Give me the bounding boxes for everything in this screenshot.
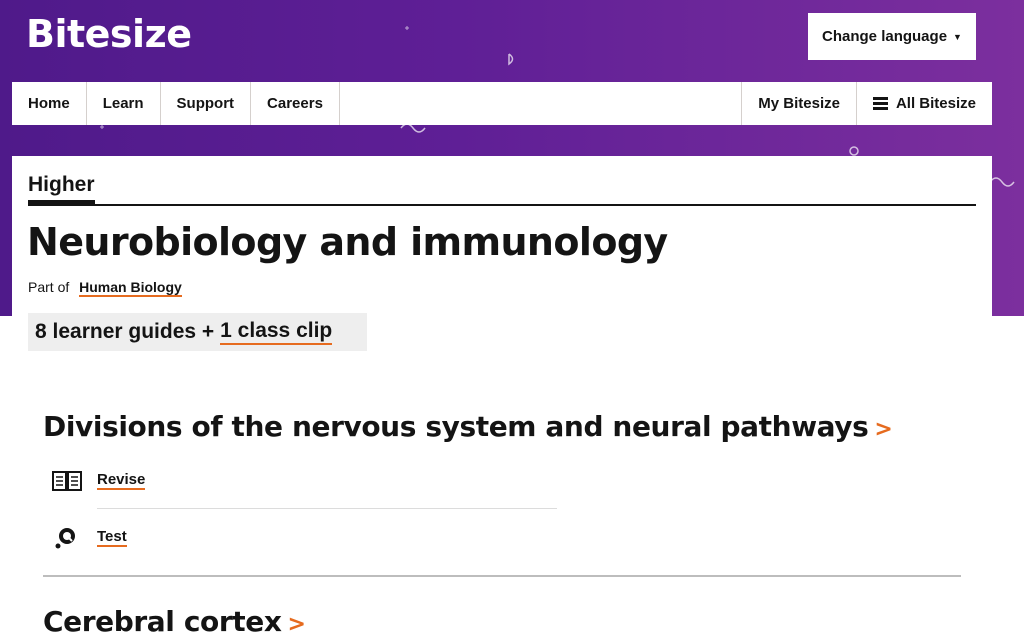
page-title: Neurobiology and immunology <box>27 220 668 264</box>
topic-title-cerebral-cortex[interactable]: Cerebral cortex > <box>43 605 306 638</box>
test-row: Test <box>52 526 127 550</box>
part-of-label: Part of <box>28 279 70 295</box>
nav-item-my-bitesize[interactable]: My Bitesize <box>741 82 856 125</box>
guides-count-text: 8 learner guides + <box>35 320 215 343</box>
header-divider <box>28 204 976 206</box>
human-biology-link[interactable]: Human Biology <box>79 279 182 297</box>
guides-count-box: 8 learner guides + 1 class clip <box>28 313 367 351</box>
bitesize-logo[interactable]: Bitesize <box>26 12 192 56</box>
nav-item-all-bitesize[interactable]: All Bitesize <box>855 82 992 125</box>
quiz-icon <box>52 526 84 550</box>
part-of-line: Part of Human Biology <box>28 279 182 297</box>
main-navigation: Home Learn Support Careers My Bitesize A… <box>12 82 992 125</box>
topic-divider <box>43 575 961 577</box>
nav-item-support[interactable]: Support <box>161 82 252 125</box>
nav-left-group: Home Learn Support Careers <box>12 82 340 125</box>
all-bitesize-label: All Bitesize <box>895 95 976 112</box>
level-label[interactable]: Higher <box>28 173 95 204</box>
nav-item-home[interactable]: Home <box>12 82 87 125</box>
revise-link[interactable]: Revise <box>97 471 146 491</box>
chevron-right-icon: > <box>287 612 306 637</box>
topic-title-nervous-system[interactable]: Divisions of the nervous system and neur… <box>43 410 893 443</box>
nav-item-learn[interactable]: Learn <box>87 82 161 125</box>
topic-title-text: Divisions of the nervous system and neur… <box>43 410 869 443</box>
link-divider <box>97 508 557 509</box>
topic-title-text: Cerebral cortex <box>43 605 282 638</box>
class-clip-link[interactable]: 1 class clip <box>220 319 333 345</box>
change-language-label: Change language <box>822 28 948 45</box>
nav-item-careers[interactable]: Careers <box>251 82 340 125</box>
chevron-right-icon: > <box>874 417 893 442</box>
change-language-button[interactable]: Change language ▼ <box>808 13 976 60</box>
revise-row: Revise <box>52 469 146 493</box>
menu-icon <box>872 97 888 110</box>
caret-down-icon: ▼ <box>953 31 962 42</box>
book-icon <box>52 469 84 493</box>
test-link[interactable]: Test <box>97 528 127 548</box>
nav-right-group: My Bitesize All Bitesize <box>741 82 992 125</box>
